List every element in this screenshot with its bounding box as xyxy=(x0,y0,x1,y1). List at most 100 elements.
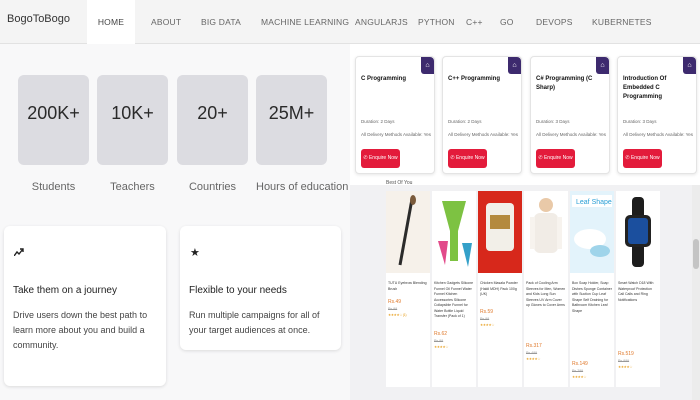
product-image xyxy=(616,191,660,273)
top-navigation-bar: BogoToBogo HOME ABOUT BIG DATA MACHINE L… xyxy=(0,0,700,44)
content-panel: ⌂ C Programming Duration: 2 Days All Del… xyxy=(350,44,700,400)
stat-value: 10K+ xyxy=(111,103,154,123)
nav-item-devops[interactable]: DEVOPS xyxy=(521,0,578,44)
button-label: Enquire Now xyxy=(455,155,485,161)
product-image: Leaf Shape xyxy=(570,191,614,273)
product-card[interactable]: Kitchen Gadgets Silicone Funnel Oil Funn… xyxy=(432,191,476,387)
product-name: TUTU Eyebrow Blending Brush xyxy=(388,281,427,291)
trend-icon xyxy=(13,248,24,259)
nav-item-kubernetes[interactable]: KUBERNETES xyxy=(578,0,653,44)
product-rating: ★★★★☆ xyxy=(526,357,541,361)
stat-label: Countries xyxy=(188,181,237,193)
product-rating: ★★★★☆ xyxy=(480,323,495,327)
course-card-c[interactable]: ⌂ C Programming Duration: 2 Days All Del… xyxy=(355,56,435,174)
section-label: Best Of You xyxy=(386,180,413,186)
product-mrp: Rs.499 xyxy=(526,351,538,355)
stat-value: 200K+ xyxy=(27,103,80,123)
stat-label: Teachers xyxy=(110,181,155,193)
course-card-csharp[interactable]: ⌂ C# Programming (C Sharp) Duration: 3 D… xyxy=(530,56,610,174)
stat-card-countries: 20+ Countries xyxy=(177,75,248,193)
course-duration: Duration: 2 Days xyxy=(361,119,395,124)
course-duration: Duration: 3 Days xyxy=(623,119,657,124)
nav-item-big-data[interactable]: BIG DATA xyxy=(185,0,246,44)
product-mrp: Rs.99 xyxy=(388,307,398,311)
product-price: Rs.519 xyxy=(618,351,634,357)
enquire-now-button[interactable]: ✆ Enquire Now xyxy=(448,149,487,168)
feature-card-flexible: ★ Flexible to your needs Run multiple ca… xyxy=(180,226,341,350)
course-title: C Programming xyxy=(361,76,407,82)
course-title: Introduction Of Embedded C Programming xyxy=(623,76,667,100)
feature-description: Run multiple campaigns for all of your t… xyxy=(189,310,320,335)
button-label: Enquire Now xyxy=(630,155,660,161)
product-price: Rs.62 xyxy=(434,331,448,337)
course-duration: Duration: 2 Days xyxy=(448,119,482,124)
nav-item-angularjs[interactable]: ANGULARJS xyxy=(340,0,408,44)
course-card-cpp[interactable]: ⌂ C++ Programming Duration: 2 Days All D… xyxy=(442,56,522,174)
nav-item-home[interactable]: HOME xyxy=(87,0,135,44)
product-price: Rs.149 xyxy=(572,361,588,367)
nav-item-cpp[interactable]: C++ xyxy=(460,0,496,44)
course-card-embedded-c[interactable]: ⌂ Introduction Of Embedded C Programming… xyxy=(617,56,697,174)
scrollbar-thumb[interactable] xyxy=(693,239,699,269)
stat-label: Hours of education xyxy=(256,181,349,193)
enquire-now-button[interactable]: ✆ Enquire Now xyxy=(536,149,575,168)
product-card[interactable]: Pack of Cooling Arm Sleeves for Men, Wom… xyxy=(524,191,568,387)
enquire-now-button[interactable]: ✆ Enquire Now xyxy=(361,149,400,168)
feature-description: Drive users down the best path to learn … xyxy=(13,310,148,350)
main-nav: HOME ABOUT BIG DATA MACHINE LEARNING ANG… xyxy=(87,0,653,44)
product-image xyxy=(432,191,476,273)
stat-label: Students xyxy=(31,181,76,193)
nav-item-about[interactable]: ABOUT xyxy=(135,0,185,44)
course-delivery: All Delivery Methods Available: Yes xyxy=(536,132,606,137)
stat-card-hours: 25M+ Hours of education xyxy=(256,75,348,193)
product-mrp: Rs.99 xyxy=(480,317,490,321)
site-logo[interactable]: BogoToBogo xyxy=(7,13,70,25)
course-title: C++ Programming xyxy=(448,76,501,82)
stat-card-teachers: 10K+ Teachers xyxy=(97,75,168,193)
product-price: Rs.49 xyxy=(388,299,402,305)
product-image xyxy=(524,191,568,273)
product-card[interactable]: Smart Watch D18 With Waterproof Protecti… xyxy=(616,191,660,387)
stat-card-students: 200K+ Students xyxy=(18,75,89,193)
course-delivery: All Delivery Methods Available: Yes xyxy=(623,132,693,137)
enquire-now-button[interactable]: ✆ Enquire Now xyxy=(623,149,662,168)
feature-card-journey: Take them on a journey Drive users down … xyxy=(4,226,166,386)
stats-panel: 200K+ Students 10K+ Teachers 20+ Countri… xyxy=(0,44,350,400)
product-rating: ★★★★☆ xyxy=(434,345,449,349)
nav-item-machine-learning[interactable]: MACHINE LEARNING xyxy=(246,0,349,44)
product-name: Smart Watch D18 With Waterproof Protecti… xyxy=(618,281,654,302)
product-card[interactable]: Chicken Masala Powder (Haldi MDH) Pack 1… xyxy=(478,191,522,387)
product-price: Rs.59 xyxy=(480,309,494,315)
product-card[interactable]: TUTU Eyebrow Blending Brush Rs.49 Rs.99 … xyxy=(386,191,430,387)
product-image xyxy=(478,191,522,273)
feature-title: Flexible to your needs xyxy=(189,285,287,296)
nav-item-go[interactable]: GO xyxy=(496,0,521,44)
stat-value: 20+ xyxy=(197,103,228,123)
stat-value: 25M+ xyxy=(268,103,315,123)
product-rating: ★★★★☆ xyxy=(618,365,633,369)
button-label: Enquire Now xyxy=(543,155,573,161)
nav-item-python[interactable]: PYTHON xyxy=(404,0,460,44)
bookmark-icon: ⌂ xyxy=(596,57,609,74)
product-rating: ★★★★☆ (1) xyxy=(388,313,407,317)
course-delivery: All Delivery Methods Available: Yes xyxy=(361,132,431,137)
product-image xyxy=(386,191,430,273)
product-name: Kitchen Gadgets Silicone Funnel Oil Funn… xyxy=(434,281,474,318)
product-mrp: Rs.999 xyxy=(618,359,630,363)
product-name: Box Soap Holder, Soap Dishes Sponge Cont… xyxy=(572,281,612,313)
product-rating: ★★★★☆ xyxy=(572,375,587,379)
svg-text:Leaf Shape: Leaf Shape xyxy=(576,199,612,206)
product-name: Pack of Cooling Arm Sleeves for Men, Wom… xyxy=(526,281,566,307)
star-icon: ★ xyxy=(190,247,200,259)
product-card[interactable]: Leaf Shape Box Soap Holder, Soap Dishes … xyxy=(570,191,614,387)
course-duration: Duration: 3 Days xyxy=(536,119,570,124)
bookmark-icon: ⌂ xyxy=(508,57,521,74)
course-delivery: All Delivery Methods Available: Yes xyxy=(448,132,518,137)
product-name: Chicken Masala Powder (Haldi MDH) Pack 1… xyxy=(480,281,518,296)
button-label: Enquire Now xyxy=(368,155,398,161)
product-mrp: Rs.299 xyxy=(572,369,584,373)
feature-title: Take them on a journey xyxy=(13,285,117,296)
bookmark-icon: ⌂ xyxy=(421,57,434,74)
bookmark-icon: ⌂ xyxy=(683,57,696,74)
vertical-scrollbar[interactable] xyxy=(692,185,700,400)
